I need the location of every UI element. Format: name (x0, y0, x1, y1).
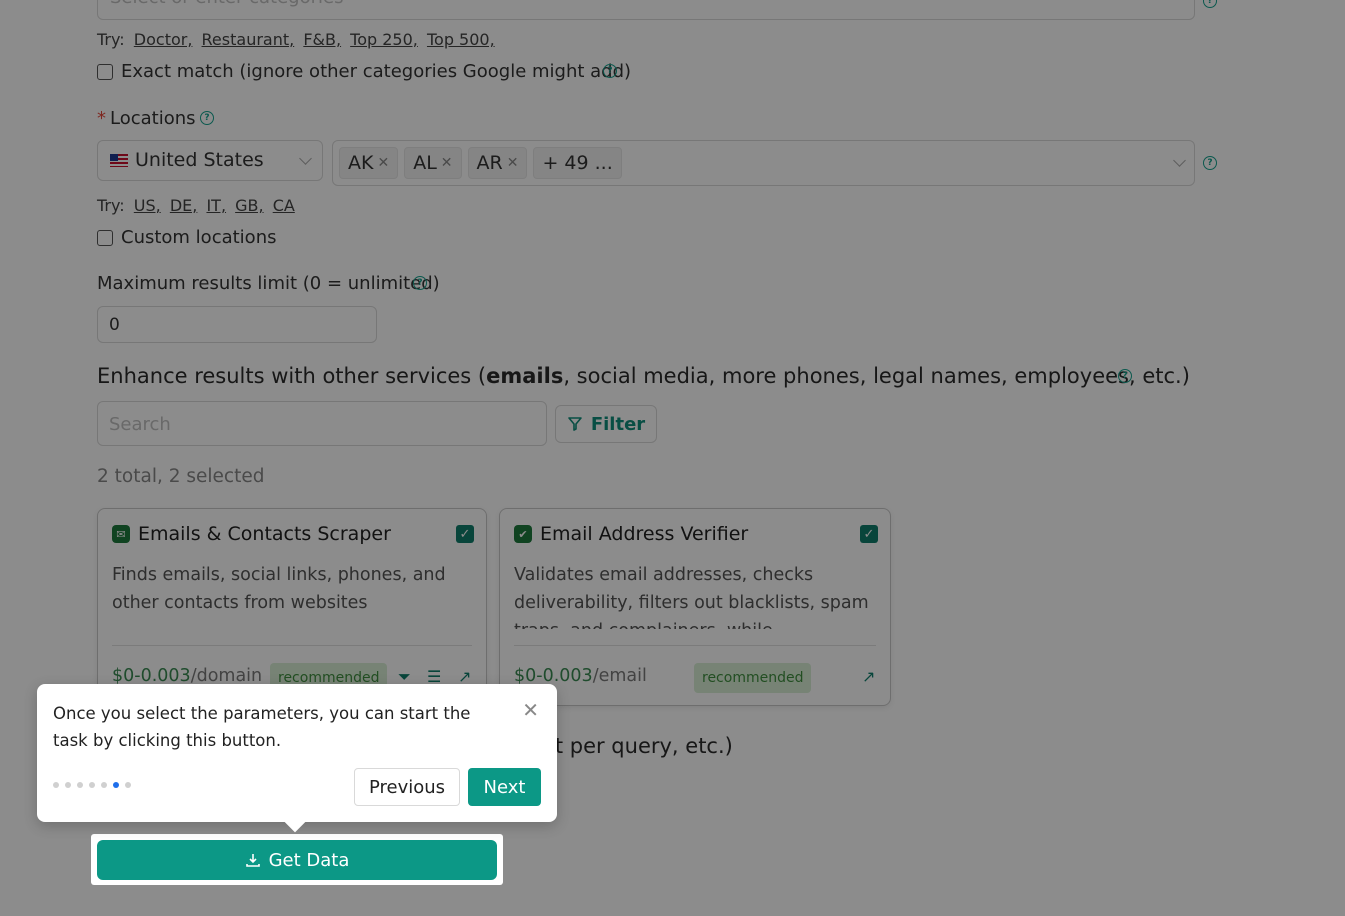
close-icon[interactable]: ✕ (522, 698, 539, 722)
step-dot (101, 782, 107, 788)
step-dot (53, 782, 59, 788)
get-data-button[interactable]: Get Data (97, 840, 497, 880)
step-dot (125, 782, 131, 788)
tour-tooltip: Once you select the parameters, you can … (37, 684, 557, 833)
step-dot (65, 782, 71, 788)
step-indicator (53, 782, 131, 788)
step-dot (89, 782, 95, 788)
step-dot (77, 782, 83, 788)
next-button[interactable]: Next (468, 768, 541, 806)
step-dot-active (113, 782, 119, 788)
tooltip-text: Once you select the parameters, you can … (53, 704, 471, 750)
get-data-label: Get Data (268, 849, 350, 871)
download-icon (245, 854, 260, 867)
previous-button[interactable]: Previous (354, 768, 460, 806)
page: Select or enter categories ? Try: Doctor… (0, 0, 1345, 916)
